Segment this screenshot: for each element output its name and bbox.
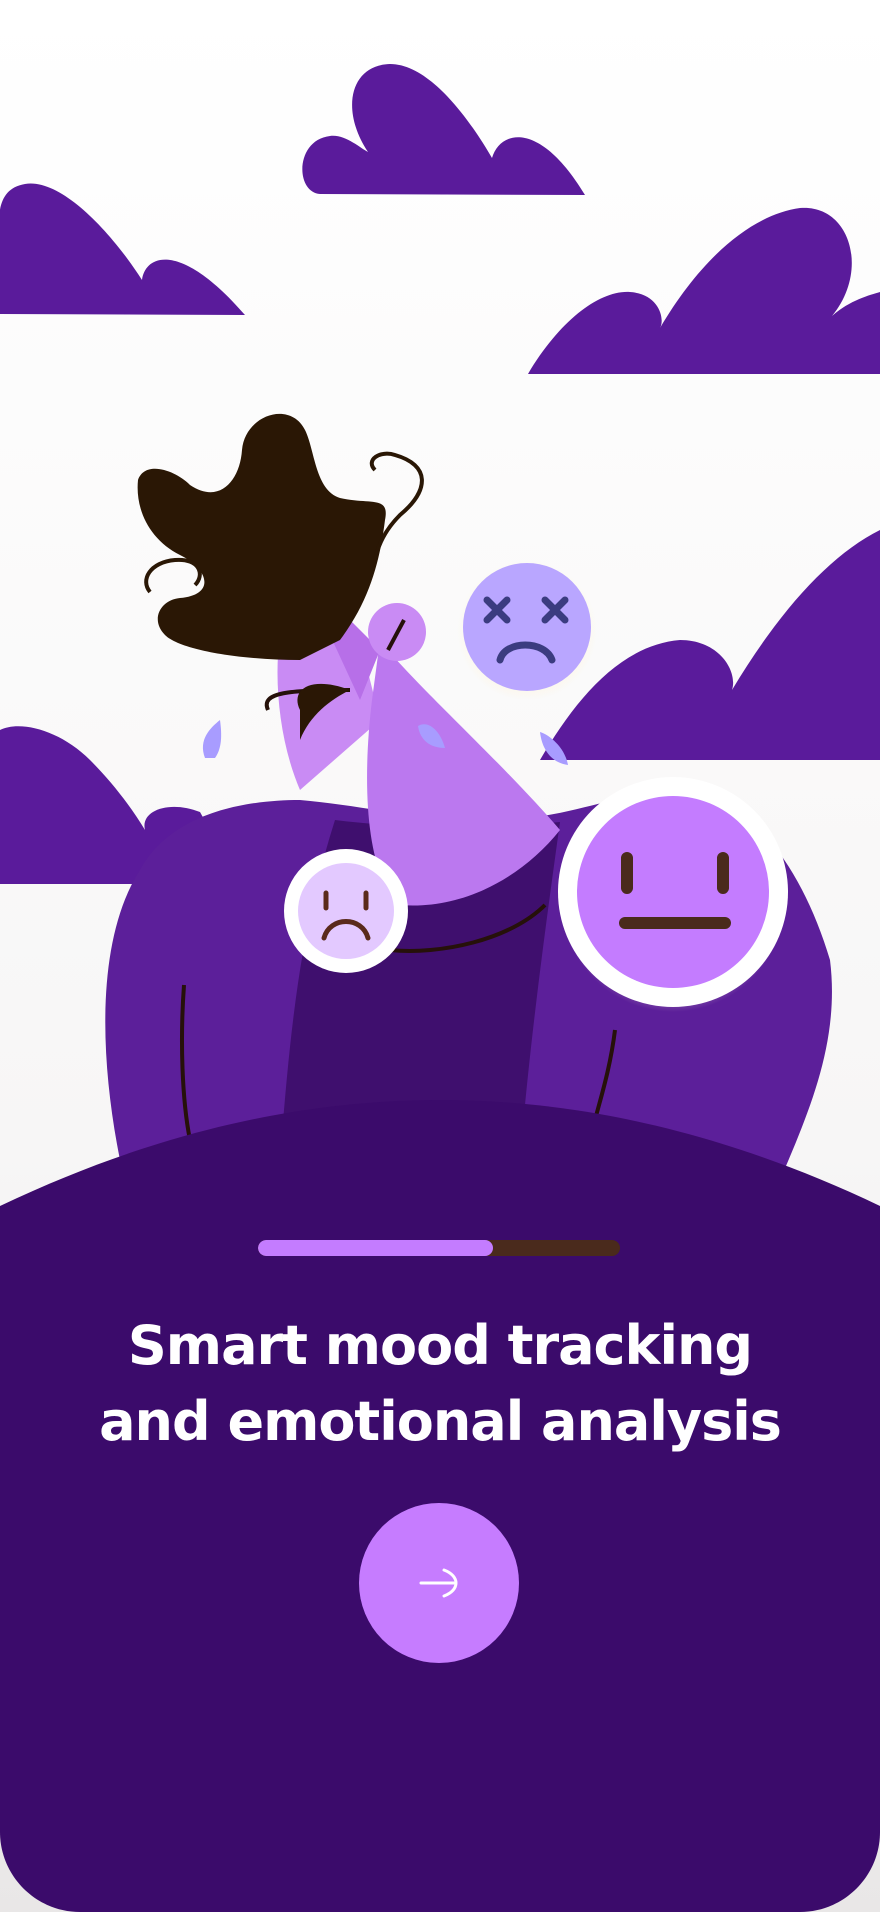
cloud-top-center [302,64,585,195]
onboarding-progress-bar [258,1240,620,1256]
neutral-face-emoji [558,777,788,1012]
onboarding-progress-fill [258,1240,494,1256]
next-button[interactable] [359,1503,519,1663]
cloud-top-right [528,207,880,374]
onboarding-screen: Smart mood tracking and emotional analys… [0,0,880,1912]
onboarding-title: Smart mood tracking and emotional analys… [40,1308,840,1460]
dizzy-face-emoji [457,560,597,700]
onboarding-title-line-2: and emotional analysis [99,1390,782,1453]
cloud-top-left [0,183,245,315]
sad-face-emoji [284,849,408,973]
onboarding-panel: Smart mood tracking and emotional analys… [0,1200,880,1912]
arrow-right-icon [419,1568,458,1598]
onboarding-title-line-1: Smart mood tracking [127,1314,753,1377]
